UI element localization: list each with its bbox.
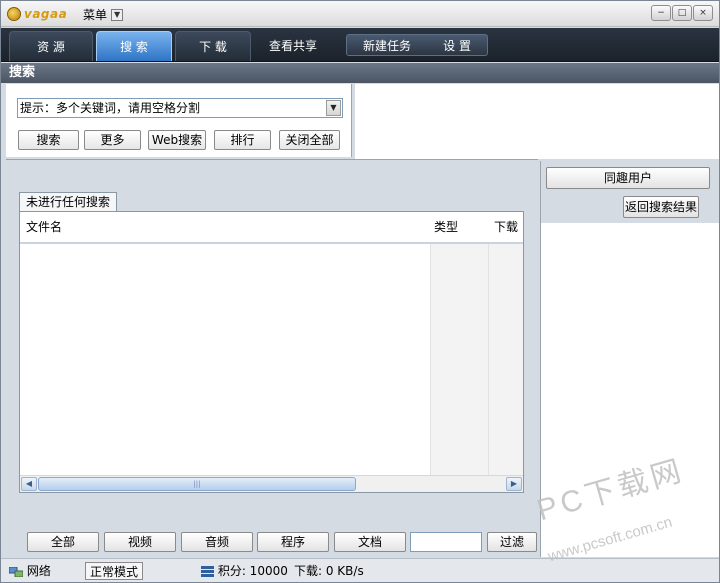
tab-view-share[interactable]: 查看共享 — [269, 31, 317, 61]
main-nav: 资 源 搜 索 下 载 查看共享 新建任务 设 置 — [1, 28, 719, 62]
search-input[interactable]: 提示：多个关键词，请用空格分割 ▼ — [17, 98, 343, 118]
tab-search[interactable]: 搜 索 — [96, 31, 172, 61]
status-bar: 网络 正常模式 积分: 10000 下载: 0 KB/s — [1, 558, 719, 582]
filter-input[interactable] — [410, 532, 482, 552]
search-hint: 提示：多个关键词，请用空格分割 — [20, 101, 201, 115]
right-panel-header: 同趣用户 返回搜索结果 — [541, 161, 719, 223]
column-type[interactable]: 类型 — [434, 212, 458, 242]
vagaa-logo-icon — [7, 7, 21, 21]
filter-video-button[interactable]: 视频 — [104, 532, 176, 552]
divider — [6, 159, 538, 160]
filter-button[interactable]: 过滤 — [487, 532, 537, 552]
logo-text: vagaa — [24, 7, 68, 21]
mode-badge[interactable]: 正常模式 — [85, 562, 144, 580]
network-status: 网络 — [9, 562, 51, 580]
vagaa-window: vagaa 菜单 ▼ − □ × 资 源 搜 索 下 载 查看共享 新建任务 设… — [0, 0, 720, 583]
web-search-button[interactable]: Web搜索 — [148, 130, 206, 150]
tab-resources[interactable]: 资 源 — [9, 31, 93, 61]
search-preview-area — [355, 84, 719, 159]
tab-search-result[interactable]: 未进行任何搜索 — [19, 192, 118, 212]
maximize-button[interactable]: □ — [672, 5, 692, 21]
download-column-body — [488, 244, 523, 476]
menu-label: 菜单 — [83, 8, 108, 22]
points-value: 积分: 10000 — [217, 564, 288, 578]
close-button[interactable]: × — [693, 5, 713, 21]
settings-button[interactable]: 设 置 — [443, 37, 471, 54]
points-status: 积分: 10000 — [201, 562, 288, 580]
section-title: 搜索 — [1, 63, 719, 83]
nav-group: 新建任务 设 置 — [346, 34, 488, 56]
scroll-thumb[interactable]: ||| — [38, 477, 356, 491]
column-filename[interactable]: 文件名 — [26, 212, 62, 242]
network-icon — [9, 566, 23, 577]
horizontal-scrollbar[interactable]: ◀ ||| ▶ — [20, 475, 523, 492]
column-download[interactable]: 下载 — [494, 212, 518, 242]
result-list: 文件名 类型 下载 ◀ ||| ▶ — [19, 211, 524, 493]
chevron-down-icon: ▼ — [111, 8, 124, 21]
download-speed: 下载: 0 KB/s — [294, 564, 364, 578]
app-logo: vagaa — [7, 5, 67, 23]
filter-document-button[interactable]: 文档 — [334, 532, 406, 552]
same-interest-users-button[interactable]: 同趣用户 — [546, 167, 710, 189]
tab-download[interactable]: 下 载 — [175, 31, 251, 61]
back-to-results-button[interactable]: 返回搜索结果 — [623, 196, 699, 218]
filter-audio-button[interactable]: 音频 — [181, 532, 253, 552]
new-task-button[interactable]: 新建任务 — [363, 37, 411, 54]
search-button[interactable]: 搜索 — [18, 130, 79, 150]
close-all-button[interactable]: 关闭全部 — [279, 130, 340, 150]
menu-button[interactable]: 菜单 ▼ — [83, 6, 124, 23]
filter-all-button[interactable]: 全部 — [27, 532, 99, 552]
network-label: 网络 — [26, 564, 51, 578]
search-panel: 提示：多个关键词，请用空格分割 ▼ 搜索 更多 Web搜索 排行 关闭全部 — [6, 84, 352, 157]
more-button[interactable]: 更多 — [84, 130, 141, 150]
title-bar: vagaa 菜单 ▼ − □ × — [1, 1, 719, 27]
scroll-right-icon[interactable]: ▶ — [506, 477, 522, 491]
dropdown-arrow-icon[interactable]: ▼ — [326, 100, 341, 116]
filter-program-button[interactable]: 程序 — [257, 532, 329, 552]
ranking-button[interactable]: 排行 — [214, 130, 271, 150]
window-controls: − □ × — [651, 5, 713, 21]
type-column-body — [430, 244, 488, 476]
list-icon — [201, 566, 214, 577]
minimize-button[interactable]: − — [651, 5, 671, 21]
scroll-left-icon[interactable]: ◀ — [21, 477, 37, 491]
